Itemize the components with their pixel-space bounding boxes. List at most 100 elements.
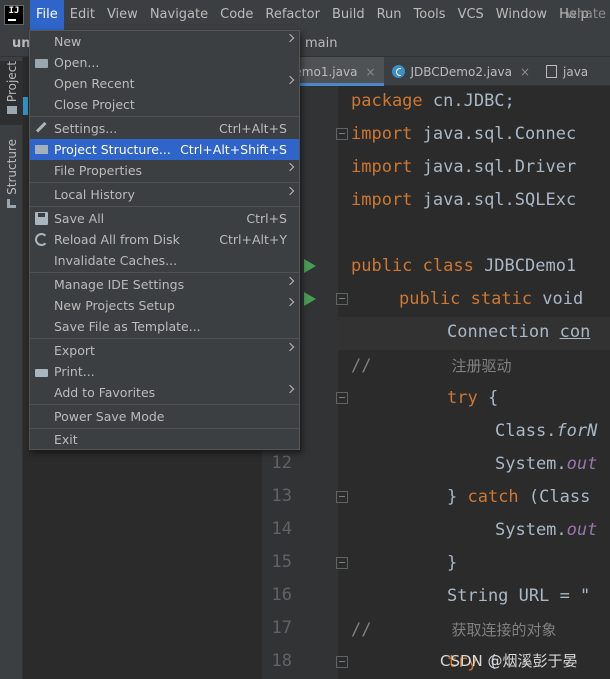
- menu-item-open-recent[interactable]: Open Recent: [30, 73, 299, 94]
- code-line: Class.forN: [495, 421, 598, 441]
- run-class-icon[interactable]: [304, 259, 316, 273]
- chevron-right-icon: [285, 33, 295, 43]
- fold-icon[interactable]: [336, 656, 348, 668]
- menu-separator: [30, 182, 299, 183]
- code-line: System.out: [495, 454, 598, 474]
- menu-run[interactable]: Run: [371, 0, 408, 30]
- reload-icon: [35, 233, 48, 246]
- menu-item-print[interactable]: Print...: [30, 361, 299, 382]
- menu-code[interactable]: Code: [214, 0, 259, 30]
- code-line: String URL = ": [447, 586, 591, 606]
- breadcrumb-project[interactable]: un: [12, 30, 31, 57]
- menu-item-save-all[interactable]: Save All Ctrl+S: [30, 208, 299, 229]
- wrench-icon: [35, 121, 51, 136]
- line-number: 13: [271, 486, 292, 506]
- menu-item-power-save-mode[interactable]: Power Save Mode: [30, 406, 299, 427]
- watermark: CSDN @烟溪彭于晏: [440, 652, 578, 670]
- save-icon: [35, 212, 48, 225]
- code-line: package cn.JDBC;: [351, 91, 515, 111]
- project-tool-label: Project: [4, 61, 19, 103]
- code-line: import java.sql.Connec: [351, 124, 577, 144]
- code-line: } catch (Class: [447, 487, 591, 507]
- menu-item-close-project[interactable]: Close Project: [30, 94, 299, 115]
- menu-vcs[interactable]: VCS: [452, 0, 490, 30]
- code-line: public class JDBCDemo1: [351, 256, 577, 276]
- chevron-right-icon: [285, 162, 295, 172]
- line-number: 14: [271, 519, 292, 539]
- menu-item-save-as-template[interactable]: Save File as Template...: [30, 316, 299, 337]
- menu-item-new-projects-setup[interactable]: New Projects Setup: [30, 295, 299, 316]
- code-line: System.out: [495, 520, 598, 540]
- java-class-icon: [391, 65, 405, 78]
- code-line: //获取连接的对象: [351, 620, 557, 640]
- menu-item-settings[interactable]: Settings... Ctrl+Alt+S: [30, 118, 299, 139]
- code-editor[interactable]: 12 13 14 15 16 17 18 package cn.JDBC; im…: [262, 86, 610, 679]
- menu-item-add-to-favorites[interactable]: Add to Favorites: [30, 382, 299, 403]
- chevron-right-icon: [285, 297, 295, 307]
- fold-icon[interactable]: [336, 491, 348, 503]
- menu-view[interactable]: View: [101, 0, 144, 30]
- close-icon[interactable]: ×: [520, 65, 530, 79]
- menu-item-export[interactable]: Export: [30, 340, 299, 361]
- file-menu-dropdown: New Open... Open Recent Close Project Se…: [29, 30, 300, 450]
- tab-java[interactable]: java: [538, 57, 596, 86]
- chevron-right-icon: [285, 75, 295, 85]
- menu-file[interactable]: File: [30, 0, 64, 30]
- code-line: }: [447, 553, 458, 573]
- project-panel-edge: [23, 97, 28, 115]
- chevron-right-icon: [285, 186, 295, 196]
- close-icon[interactable]: ×: [365, 65, 375, 79]
- menu-item-file-properties[interactable]: File Properties: [30, 160, 299, 181]
- code-line: try {: [447, 388, 499, 408]
- run-main-icon[interactable]: [304, 292, 316, 306]
- line-number: 17: [271, 618, 292, 638]
- menu-separator: [30, 404, 299, 405]
- menu-item-invalidate-caches[interactable]: Invalidate Caches...: [30, 250, 299, 271]
- code-line: //注册驱动: [351, 356, 512, 376]
- menu-separator: [30, 272, 299, 273]
- line-number: 16: [271, 585, 292, 605]
- menu-item-reload-all[interactable]: Reload All from Disk Ctrl+Alt+Y: [30, 229, 299, 250]
- print-icon: [35, 369, 48, 377]
- intellij-logo-icon[interactable]: IJ: [4, 5, 24, 25]
- java-file-icon: [546, 65, 557, 78]
- menu-separator: [30, 116, 299, 117]
- folder-icon: [6, 106, 17, 115]
- tab-label: JDBCDemo2.java: [410, 64, 512, 79]
- menu-build[interactable]: Build: [326, 0, 371, 30]
- tab-jdbcdemo2[interactable]: JDBCDemo2.java ×: [384, 57, 539, 86]
- menu-item-manage-ide-settings[interactable]: Manage IDE Settings: [30, 274, 299, 295]
- structure-icon: [7, 198, 16, 208]
- code-line: import java.sql.Driver: [351, 157, 577, 177]
- tab-label: java: [563, 64, 589, 79]
- menu-navigate[interactable]: Navigate: [144, 0, 214, 30]
- fold-icon[interactable]: [336, 392, 348, 404]
- fold-icon[interactable]: [336, 557, 348, 569]
- menu-item-open[interactable]: Open...: [30, 52, 299, 73]
- menu-tools[interactable]: Tools: [408, 0, 452, 30]
- menu-window[interactable]: Window: [490, 0, 553, 30]
- code-line: import java.sql.SQLExc: [351, 190, 577, 210]
- chevron-right-icon: [285, 276, 295, 286]
- project-tool-button[interactable]: Project: [0, 61, 23, 125]
- chevron-right-icon: [285, 384, 295, 394]
- menu-edit[interactable]: Edit: [64, 0, 101, 30]
- fold-icon[interactable]: [336, 128, 348, 140]
- fold-icon[interactable]: [336, 293, 348, 305]
- editor-tab-bar: JDBCDemo1.java × JDBCDemo2.java × java: [248, 57, 610, 86]
- menu-separator: [30, 338, 299, 339]
- menu-separator: [30, 206, 299, 207]
- menu-bar: IJ File Edit View Navigate Code Refactor…: [0, 0, 610, 30]
- menu-refactor[interactable]: Refactor: [259, 0, 326, 30]
- menu-item-new[interactable]: New: [30, 31, 299, 52]
- code-line: Connection con: [447, 322, 591, 342]
- menu-item-project-structure[interactable]: Project Structure... Ctrl+Alt+Shift+S: [30, 139, 299, 160]
- project-structure-icon: [35, 145, 48, 154]
- menu-item-local-history[interactable]: Local History: [30, 184, 299, 205]
- structure-tool-button[interactable]: Structure: [0, 139, 23, 209]
- menu-item-exit[interactable]: Exit: [30, 429, 299, 450]
- breadcrumb-branch[interactable]: main: [305, 30, 337, 57]
- window-title: whate: [566, 7, 606, 22]
- line-number: 12: [271, 453, 292, 473]
- line-number: 15: [271, 552, 292, 572]
